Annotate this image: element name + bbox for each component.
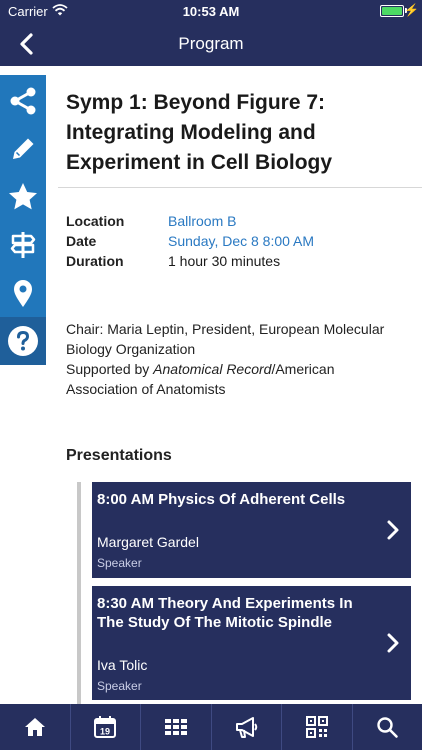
supported-by-text: Supported by Anatomical Record/American … <box>66 361 335 397</box>
presentation-title: 8:00 AM Physics Of Adherent Cells <box>97 491 346 508</box>
tab-scanner[interactable] <box>281 704 352 750</box>
charging-icon: ⚡ <box>404 3 419 17</box>
tab-schedule-grid[interactable] <box>140 704 211 750</box>
date-label: Date <box>66 233 97 249</box>
side-toolbar <box>0 75 46 365</box>
presentation-card[interactable]: 8:00 AM Physics Of Adherent Cells Margar… <box>92 482 411 578</box>
status-bar: Carrier 10:53 AM ⚡ <box>0 0 422 22</box>
location-link[interactable]: Ballroom B <box>168 213 236 229</box>
tab-home[interactable] <box>0 704 70 750</box>
directions-button[interactable] <box>0 221 46 269</box>
date-link[interactable]: Sunday, Dec 8 8:00 AM <box>168 233 314 249</box>
page-title: Program <box>178 34 244 53</box>
battery-icon <box>380 5 404 17</box>
signpost-icon <box>10 232 36 258</box>
timeline-bar <box>77 482 81 704</box>
share-button[interactable] <box>0 77 46 125</box>
presentations-heading: Presentations <box>66 447 172 464</box>
presentation-role: Speaker <box>97 679 142 693</box>
bottom-tab-bar: 19 <box>0 704 422 750</box>
grid-icon <box>164 719 187 735</box>
home-icon <box>24 718 45 736</box>
calendar-icon: 19 <box>94 716 117 738</box>
chevron-right-icon <box>387 633 399 653</box>
navigation-bar: Program <box>0 22 422 66</box>
tab-search[interactable] <box>351 704 422 750</box>
presentation-title: 8:30 AM Theory And Experiments In The St… <box>97 595 353 631</box>
presentation-role: Speaker <box>97 556 142 570</box>
location-pin-icon <box>14 280 32 307</box>
megaphone-icon <box>236 717 258 738</box>
tab-announcements[interactable] <box>210 704 282 750</box>
search-icon <box>377 717 399 738</box>
session-description: Chair: Maria Leptin, President, European… <box>66 319 406 399</box>
qr-code-icon <box>305 716 328 738</box>
pencil-icon <box>13 138 34 159</box>
duration-label: Duration <box>66 253 124 269</box>
share-icon <box>10 87 36 115</box>
location-label: Location <box>66 213 125 229</box>
chair-text: Chair: Maria Leptin, President, European… <box>66 321 385 357</box>
tab-calendar[interactable]: 19 <box>69 704 141 750</box>
map-button[interactable] <box>0 269 46 317</box>
duration-value: 1 hour 30 minutes <box>168 253 281 269</box>
help-icon <box>8 326 38 356</box>
star-icon <box>9 183 37 210</box>
help-button[interactable] <box>0 317 46 365</box>
favorite-button[interactable] <box>0 173 46 221</box>
divider <box>58 187 422 188</box>
clock: 10:53 AM <box>182 4 240 19</box>
chevron-right-icon <box>387 520 399 540</box>
presentation-card[interactable]: 8:30 AM Theory And Experiments In The St… <box>92 586 411 700</box>
calendar-day: 19 <box>100 727 110 737</box>
presentation-speaker: Iva Tolic <box>97 657 148 673</box>
notes-button[interactable] <box>0 125 46 173</box>
session-title: Symp 1: Beyond Figure 7: Integrating Mod… <box>66 91 333 174</box>
presentation-speaker: Margaret Gardel <box>97 534 199 550</box>
